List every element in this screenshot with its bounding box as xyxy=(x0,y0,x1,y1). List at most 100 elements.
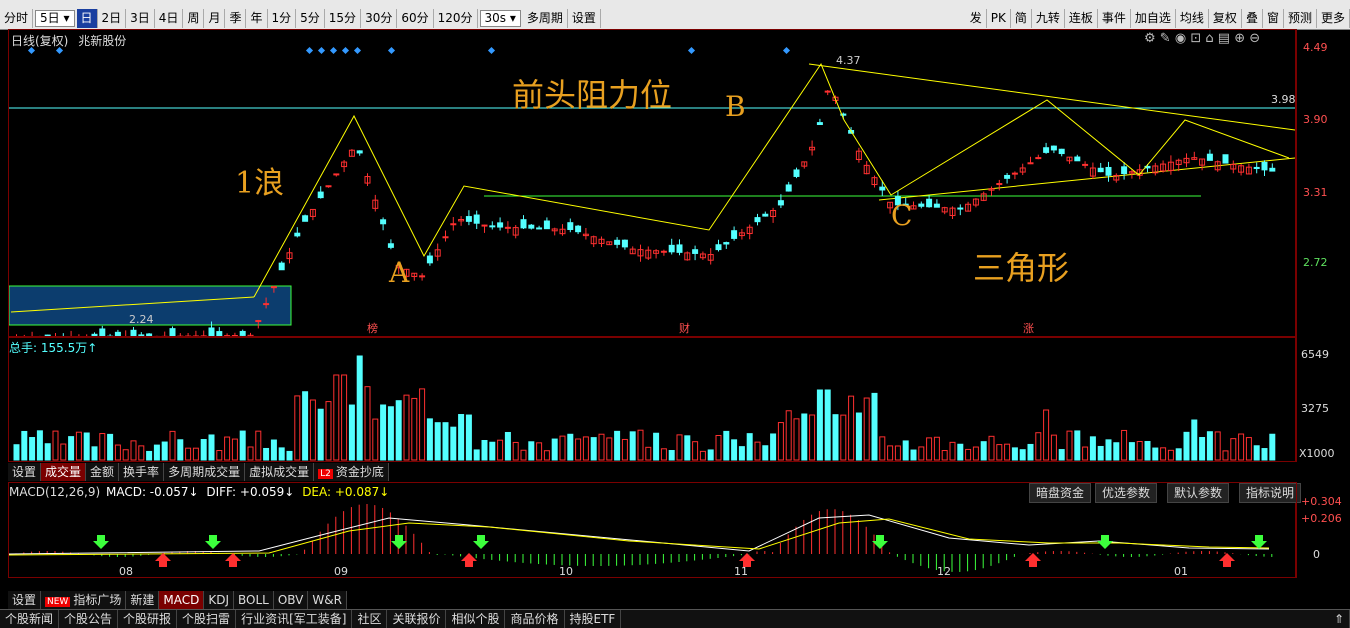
candle-body xyxy=(568,223,573,230)
candle-body xyxy=(919,204,924,206)
indicator-tab-1[interactable]: NEW指标广场 xyxy=(41,591,126,609)
candle-body xyxy=(427,256,432,263)
info-tab-1[interactable]: 个股公告 xyxy=(59,610,118,628)
volume-chart[interactable] xyxy=(9,338,1295,461)
toolbar-right-12[interactable]: 更多 xyxy=(1317,9,1350,28)
price-tick: 2.72 xyxy=(1303,256,1328,269)
volume-tab-5[interactable]: 虚拟成交量 xyxy=(245,463,314,481)
volume-bar xyxy=(295,396,300,460)
volume-bar xyxy=(1184,432,1189,460)
macd-chart[interactable]: 080910111201 xyxy=(9,483,1295,577)
period-button-12[interactable]: 15分 xyxy=(325,9,361,28)
volume-bar xyxy=(381,405,386,460)
period-button-10[interactable]: 1分 xyxy=(268,9,297,28)
toolbar-right-5[interactable]: 事件 xyxy=(1098,9,1131,28)
period-button-4[interactable]: 3日 xyxy=(126,9,155,28)
info-tab-6[interactable]: 关联报价 xyxy=(387,610,446,628)
toolbar-right-3[interactable]: 九转 xyxy=(1032,9,1065,28)
candle-body xyxy=(817,123,822,125)
period-button-13[interactable]: 30分 xyxy=(361,9,397,28)
period-button-7[interactable]: 月 xyxy=(204,9,225,28)
period-select[interactable]: 5日 ▾ xyxy=(35,10,74,27)
period-button-5[interactable]: 4日 xyxy=(155,9,184,28)
period-button-11[interactable]: 5分 xyxy=(296,9,325,28)
period-button-2[interactable]: 日 xyxy=(77,9,98,28)
volume-bar xyxy=(466,415,471,460)
info-tab-8[interactable]: 商品价格 xyxy=(505,610,564,628)
info-tab-4[interactable]: 行业资讯[军工装备] xyxy=(236,610,352,628)
buy-arrow xyxy=(1025,553,1041,567)
indicator-tab-7[interactable]: W&R xyxy=(308,591,347,609)
candle-body xyxy=(755,218,760,222)
toolbar-right-8[interactable]: 复权 xyxy=(1209,9,1242,28)
indicator-tabs: 设置NEW指标广场新建MACDKDJBOLLOBVW&R xyxy=(8,591,347,609)
volume-tab-6[interactable]: L2资金抄底 xyxy=(314,463,389,481)
high-value: 4.37 xyxy=(836,54,861,67)
period-select[interactable]: 30s ▾ xyxy=(480,10,521,27)
volume-bar xyxy=(342,375,347,460)
period-button-3[interactable]: 2日 xyxy=(98,9,127,28)
volume-bar xyxy=(349,405,354,460)
candle-body xyxy=(240,331,245,335)
sell-arrow xyxy=(473,535,489,549)
candle-body xyxy=(1051,146,1056,150)
info-tab-3[interactable]: 个股扫雷 xyxy=(177,610,236,628)
indicator-tab-5[interactable]: BOLL xyxy=(234,591,274,609)
period-button-8[interactable]: 季 xyxy=(225,9,246,28)
expand-icon[interactable]: ⇑ xyxy=(1329,610,1350,628)
period-button-9[interactable]: 年 xyxy=(246,9,267,28)
indicator-tab-2[interactable]: 新建 xyxy=(126,591,159,609)
volume-bar xyxy=(1239,434,1244,460)
volume-bar xyxy=(739,447,744,460)
indicator-tab-3[interactable]: MACD xyxy=(159,591,204,609)
period-button-0[interactable]: 分时 xyxy=(0,9,33,28)
volume-tab-4[interactable]: 多周期成交量 xyxy=(164,463,245,481)
event-diamond xyxy=(488,47,495,54)
volume-bar xyxy=(1254,446,1259,460)
candle-body xyxy=(1044,148,1049,153)
event-diamond xyxy=(28,47,35,54)
candle-body xyxy=(1005,175,1010,178)
candle-body xyxy=(1254,167,1259,168)
macd-tick: +0.206 xyxy=(1301,512,1342,525)
indicator-tab-0[interactable]: 设置 xyxy=(8,591,41,609)
volume-bar xyxy=(1075,431,1080,460)
toolbar-right-9[interactable]: 叠 xyxy=(1242,9,1263,28)
annotation-wave1: 1浪 xyxy=(235,158,284,202)
toolbar-right-7[interactable]: 均线 xyxy=(1176,9,1209,28)
candle-body xyxy=(295,233,300,236)
volume-bar xyxy=(1161,448,1166,460)
period-button-6[interactable]: 周 xyxy=(183,9,204,28)
info-tab-9[interactable]: 持股ETF xyxy=(565,610,622,628)
period-button-14[interactable]: 60分 xyxy=(397,9,433,28)
toolbar-right-10[interactable]: 窗 xyxy=(1263,9,1284,28)
info-tab-5[interactable]: 社区 xyxy=(352,610,387,628)
indicator-tab-4[interactable]: KDJ xyxy=(204,591,234,609)
volume-bar xyxy=(186,448,191,460)
indicator-tab-6[interactable]: OBV xyxy=(274,591,309,609)
toolbar-right-6[interactable]: 加自选 xyxy=(1131,9,1176,28)
period-button-18[interactable]: 设置 xyxy=(568,9,601,28)
info-tab-2[interactable]: 个股研报 xyxy=(118,610,177,628)
period-button-15[interactable]: 120分 xyxy=(434,9,478,28)
toolbar-right-11[interactable]: 预测 xyxy=(1284,9,1317,28)
info-tab-7[interactable]: 相似个股 xyxy=(446,610,505,628)
volume-bar xyxy=(1153,448,1158,460)
dea-line xyxy=(9,519,1269,555)
info-tab-0[interactable]: 个股新闻 xyxy=(0,610,59,628)
period-button-17[interactable]: 多周期 xyxy=(523,9,568,28)
volume-tab-0[interactable]: 设置 xyxy=(8,463,41,481)
volume-tab-3[interactable]: 换手率 xyxy=(119,463,164,481)
toolbar-right-1[interactable]: PK xyxy=(987,9,1011,28)
volume-bar xyxy=(1122,430,1127,460)
toolbar-right-2[interactable]: 简 xyxy=(1011,9,1032,28)
volume-bar xyxy=(599,434,604,460)
toolbar-right-0[interactable]: 发 xyxy=(966,9,987,28)
volume-bar xyxy=(646,447,651,460)
toolbar-right-4[interactable]: 连板 xyxy=(1065,9,1098,28)
volume-bar xyxy=(365,387,370,460)
volume-tab-1[interactable]: 成交量 xyxy=(41,463,86,481)
volume-tab-2[interactable]: 金额 xyxy=(86,463,119,481)
annotation-resistance: 前头阻力位 xyxy=(512,70,672,116)
volume-bar xyxy=(1036,433,1041,460)
